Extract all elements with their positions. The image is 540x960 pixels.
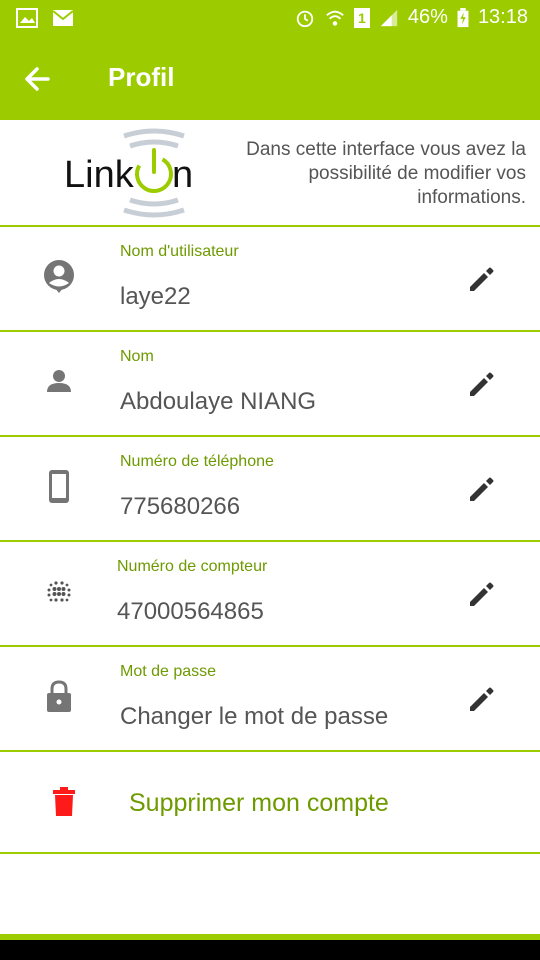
delete-account-button[interactable]: Supprimer mon compte (0, 749, 540, 854)
field-value: laye22 (120, 283, 191, 310)
person-icon (47, 370, 71, 392)
edit-pencil-icon[interactable] (466, 368, 498, 400)
field-value: 47000564865 (117, 598, 264, 625)
field-row-meter[interactable]: Numéro de compteur 47000564865 (0, 542, 540, 647)
field-value: 775680266 (120, 493, 241, 520)
battery-charging-icon (457, 7, 469, 27)
field-row-username[interactable]: Nom d'utilisateur laye22 (0, 227, 540, 332)
phone-icon (49, 470, 69, 503)
field-label: Nom d'utilisateur (120, 243, 239, 260)
field-row-password[interactable]: Mot de passe Changer le mot de passe (0, 647, 540, 752)
account-circle-icon (44, 260, 74, 293)
field-row-name[interactable]: Nom Abdoulaye NIANG (0, 332, 540, 437)
edit-pencil-icon[interactable] (466, 683, 498, 715)
sim-slot-badge: 1 (353, 7, 370, 28)
mail-notification-icon (52, 10, 74, 26)
battery-percent: 46% (407, 6, 448, 28)
field-label: Nom (120, 348, 154, 365)
wifi-icon (326, 10, 344, 26)
field-label: Numéro de téléphone (120, 453, 274, 470)
app-bar: Profil (0, 38, 540, 120)
image-notification-icon (16, 8, 38, 28)
logo-text-left: Link (64, 154, 134, 196)
trash-icon (53, 787, 75, 816)
status-bar: 1 46% 13:18 (0, 0, 540, 38)
field-label: Numéro de compteur (117, 558, 268, 575)
lock-icon (47, 680, 71, 712)
meter-dots-icon (47, 581, 71, 602)
profile-header: Link n Dans cette interface vous avez la… (0, 120, 540, 227)
system-nav-bar (0, 940, 540, 960)
linkon-logo: Link n (64, 124, 204, 222)
edit-pencil-icon[interactable] (466, 263, 498, 295)
field-value: Abdoulaye NIANG (120, 388, 317, 415)
back-arrow-icon[interactable] (20, 62, 54, 96)
edit-pencil-icon[interactable] (466, 473, 498, 505)
delete-account-label: Supprimer mon compte (129, 789, 389, 817)
field-value: Changer le mot de passe (120, 703, 389, 730)
field-row-phone[interactable]: Numéro de téléphone 775680266 (0, 437, 540, 542)
alarm-icon (296, 10, 314, 27)
logo-text-right: n (172, 154, 194, 196)
field-label: Mot de passe (120, 663, 217, 680)
signal-icon (380, 9, 398, 26)
clock: 13:18 (477, 6, 528, 28)
edit-pencil-icon[interactable] (466, 578, 498, 610)
header-description: Dans cette interface vous avez la possib… (246, 139, 526, 208)
page-title: Profil (108, 62, 175, 92)
